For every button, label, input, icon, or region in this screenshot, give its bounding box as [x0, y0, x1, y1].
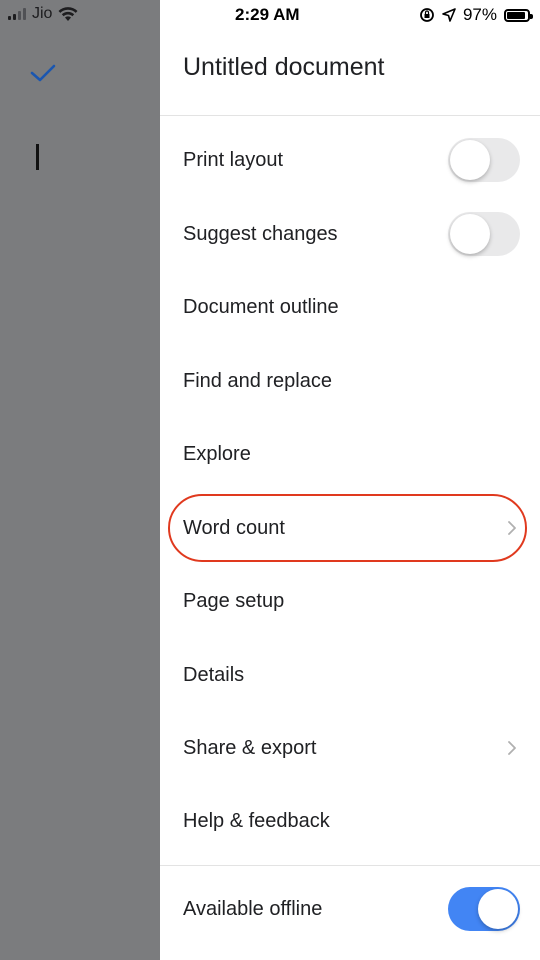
chevron-right-icon	[508, 741, 516, 755]
text-cursor	[36, 144, 39, 170]
menu-item-word-count[interactable]: Word count	[160, 498, 540, 558]
menu-item-help-feedback[interactable]: Help & feedback	[160, 791, 540, 851]
menu-item-details[interactable]: Details	[160, 645, 540, 705]
document-overlay[interactable]: Jio	[0, 0, 160, 960]
menu-item-label: Available offline	[183, 897, 323, 920]
menu-item-label: Help & feedback	[183, 809, 330, 832]
document-menu-panel: 2:29 AM 97% Untitled document Print layo…	[160, 0, 540, 960]
menu-item-find-and-replace[interactable]: Find and replace	[160, 351, 540, 411]
suggest-changes-toggle[interactable]	[448, 212, 520, 256]
status-bar-left: Jio	[8, 5, 78, 23]
menu-item-label: Explore	[183, 442, 251, 465]
document-title: Untitled document	[183, 53, 385, 81]
location-arrow-icon	[442, 8, 456, 22]
status-bar-right: 97%	[419, 5, 533, 25]
status-time: 2:29 AM	[235, 5, 300, 24]
menu-item-document-outline[interactable]: Document outline	[160, 277, 540, 337]
menu-item-suggest-changes[interactable]: Suggest changes	[160, 204, 540, 264]
battery-percent: 97%	[462, 5, 497, 24]
menu-item-label: Share & export	[183, 736, 317, 759]
carrier-label: Jio	[32, 5, 53, 22]
menu-item-share-export[interactable]: Share & export	[160, 718, 540, 778]
available-offline-toggle[interactable]	[448, 887, 520, 931]
chevron-right-icon	[508, 521, 516, 535]
menu-item-available-offline[interactable]: Available offline	[160, 879, 540, 939]
divider-bottom	[160, 865, 540, 866]
menu-item-label: Print layout	[183, 148, 284, 171]
menu-item-print-layout[interactable]: Print layout	[160, 130, 540, 190]
menu-item-label: Page setup	[183, 589, 285, 612]
orientation-lock-icon	[420, 8, 434, 22]
battery-icon	[504, 8, 533, 22]
divider-top	[160, 115, 540, 116]
signal-bars-icon	[8, 8, 26, 20]
menu-item-label: Word count	[183, 516, 285, 539]
wifi-icon	[58, 6, 78, 21]
menu-item-explore[interactable]: Explore	[160, 424, 540, 484]
menu-item-label: Find and replace	[183, 369, 332, 392]
menu-item-label: Suggest changes	[183, 222, 338, 245]
menu-item-label: Document outline	[183, 295, 339, 318]
print-layout-toggle[interactable]	[448, 138, 520, 182]
menu-item-page-setup[interactable]: Page setup	[160, 571, 540, 631]
done-checkmark-icon[interactable]	[28, 58, 58, 88]
menu-item-label: Details	[183, 663, 245, 686]
